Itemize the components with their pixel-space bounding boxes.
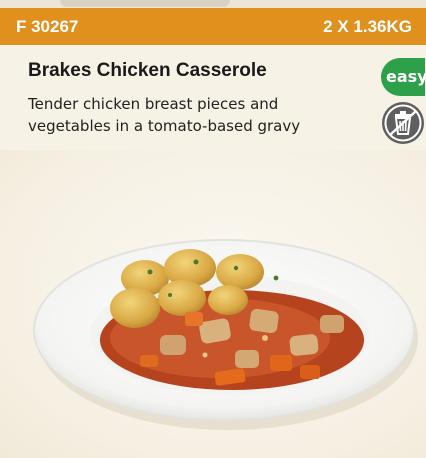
pack-size: 2 X 1.36KG bbox=[323, 17, 412, 36]
no-waste-bin-icon bbox=[381, 101, 425, 145]
product-title: Brakes Chicken Casserole bbox=[28, 60, 267, 81]
top-shadow bbox=[60, 0, 230, 7]
product-header-bar: F 30267 2 X 1.36KG bbox=[0, 8, 426, 45]
product-code: F 30267 bbox=[16, 17, 79, 36]
product-photo bbox=[0, 150, 426, 458]
easy-badge-label: easy bbox=[386, 67, 426, 86]
top-strip bbox=[0, 0, 426, 8]
product-description: Tender chicken breast pieces and vegetab… bbox=[28, 95, 301, 135]
easy-badge: easy bbox=[381, 58, 426, 96]
